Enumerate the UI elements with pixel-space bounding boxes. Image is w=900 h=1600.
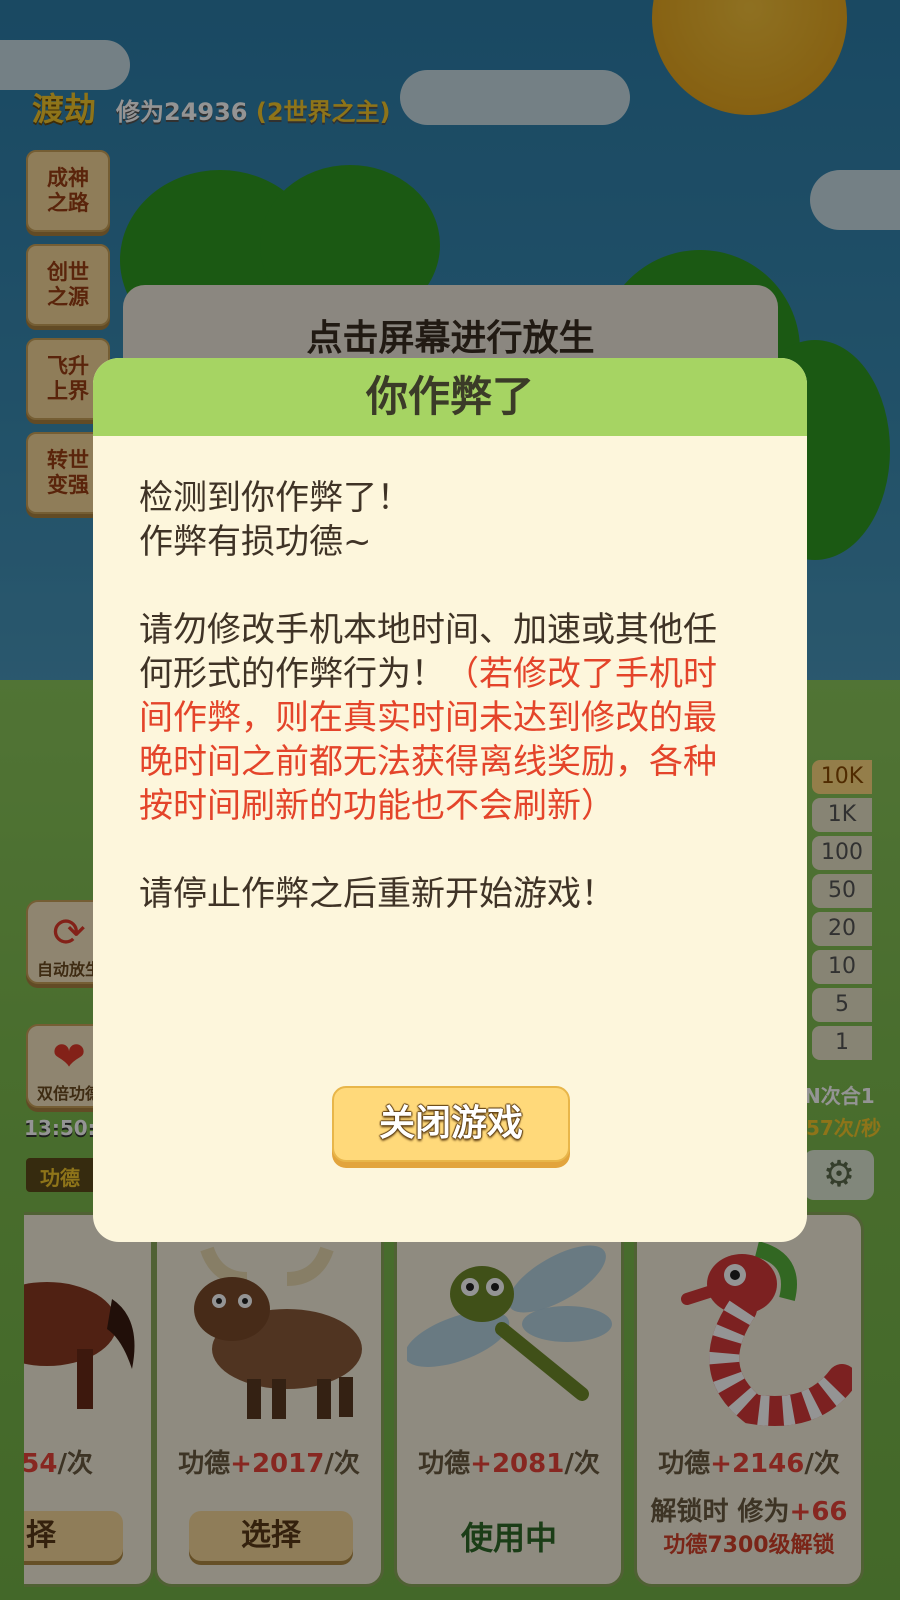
close-game-button[interactable]: 关闭游戏 — [332, 1086, 570, 1162]
restart-instruction: 请停止作弊之后重新开始游戏！ — [139, 874, 615, 914]
merit-loss-text: 作弊有损功德~ — [139, 522, 372, 562]
dialog-title: 你作弊了 — [93, 358, 807, 436]
cheat-detected-text: 检测到你作弊了！ — [139, 478, 411, 518]
dialog-message: 检测到你作弊了！ 作弊有损功德~ 请勿修改手机本地时间、加速或其他任何形式的作弊… — [139, 476, 749, 960]
cheat-warning-dialog: 你作弊了 检测到你作弊了！ 作弊有损功德~ 请勿修改手机本地时间、加速或其他任何… — [93, 358, 807, 1242]
